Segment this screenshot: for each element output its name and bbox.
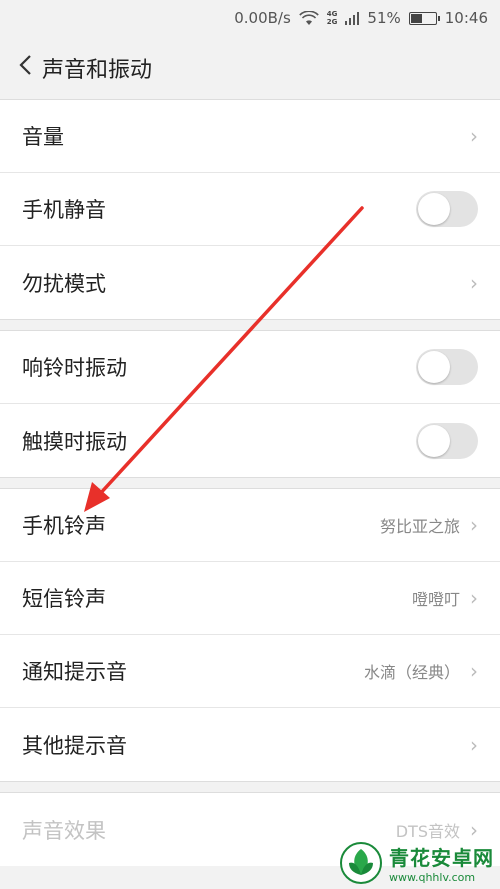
battery-level — [410, 13, 422, 23]
chevron-right-icon: › — [470, 124, 478, 148]
network-speed: 0.00B/s — [234, 9, 291, 27]
network-type-top: 4G — [326, 10, 338, 18]
chevron-right-icon: › — [470, 270, 478, 295]
row-value: 水滴（经典） — [363, 663, 460, 682]
signal-icon — [345, 12, 360, 25]
row-vibrate-on-touch: 触摸时振动 — [0, 404, 500, 477]
section-divider — [0, 781, 500, 793]
row-notification-sound[interactable]: 通知提示音 水滴（经典） › — [0, 635, 500, 708]
row-label: 勿扰模式 — [22, 271, 106, 296]
row-do-not-disturb[interactable]: 勿扰模式 › — [0, 246, 500, 319]
battery-percent: 51% — [367, 9, 401, 27]
row-value: 努比亚之旅 — [379, 517, 460, 536]
status-bar: 0.00B/s 4G 2G 51% 10:46 — [0, 0, 500, 36]
watermark: 青花安卓网 www.qhhlv.com — [339, 841, 494, 885]
row-label: 声音效果 — [22, 818, 106, 843]
chevron-left-icon — [19, 55, 31, 75]
chevron-right-icon: › — [470, 817, 478, 842]
network-type: 4G 2G — [327, 10, 338, 26]
chevron-right-icon: › — [470, 513, 478, 537]
chevron-right-icon: › — [470, 659, 478, 683]
page-title: 声音和振动 — [42, 57, 153, 83]
mute-toggle[interactable] — [416, 191, 478, 227]
watermark-text: 青花安卓网 www.qhhlv.com — [389, 842, 494, 884]
watermark-url: www.qhhlv.com — [389, 871, 476, 884]
row-label: 响铃时振动 — [22, 356, 127, 380]
row-label: 手机静音 — [22, 198, 106, 222]
watermark-title: 青花安卓网 — [389, 846, 494, 870]
row-mute: 手机静音 — [0, 173, 500, 246]
row-volume[interactable]: 音量 › — [0, 100, 500, 173]
row-phone-ringtone[interactable]: 手机铃声 努比亚之旅 › — [0, 489, 500, 562]
group-vibration: 响铃时振动 触摸时振动 — [0, 331, 500, 477]
row-value: 噔噔叮 — [411, 590, 460, 609]
wifi-icon — [299, 10, 319, 25]
row-label: 手机铃声 — [22, 514, 106, 538]
group-volume: 音量 › 手机静音 勿扰模式 › — [0, 100, 500, 319]
vibrate-on-touch-toggle[interactable] — [416, 422, 478, 459]
group-ringtones: 手机铃声 努比亚之旅 › 短信铃声 噔噔叮 › 通知提示音 水滴（经典） › 其… — [0, 489, 500, 781]
row-value: DTS音效 — [395, 821, 460, 841]
network-type-bottom: 2G — [326, 18, 338, 26]
chevron-right-icon: › — [470, 732, 478, 757]
row-label: 其他提示音 — [22, 733, 127, 758]
row-label: 触摸时振动 — [22, 429, 127, 454]
row-vibrate-on-ring: 响铃时振动 — [0, 331, 500, 404]
row-label: 通知提示音 — [22, 660, 127, 684]
row-other-sounds[interactable]: 其他提示音 › — [0, 708, 500, 781]
section-divider — [0, 477, 500, 489]
clock: 10:46 — [444, 9, 488, 27]
vibrate-on-ring-toggle[interactable] — [416, 349, 478, 385]
section-divider — [0, 319, 500, 331]
row-sms-ringtone[interactable]: 短信铃声 噔噔叮 › — [0, 562, 500, 635]
watermark-logo — [340, 842, 382, 884]
page-header: 声音和振动 — [0, 36, 500, 100]
row-label: 音量 — [22, 125, 64, 149]
back-button[interactable] — [18, 54, 32, 81]
row-label: 短信铃声 — [22, 587, 106, 611]
chevron-right-icon: › — [470, 586, 478, 610]
battery-icon — [408, 11, 440, 25]
